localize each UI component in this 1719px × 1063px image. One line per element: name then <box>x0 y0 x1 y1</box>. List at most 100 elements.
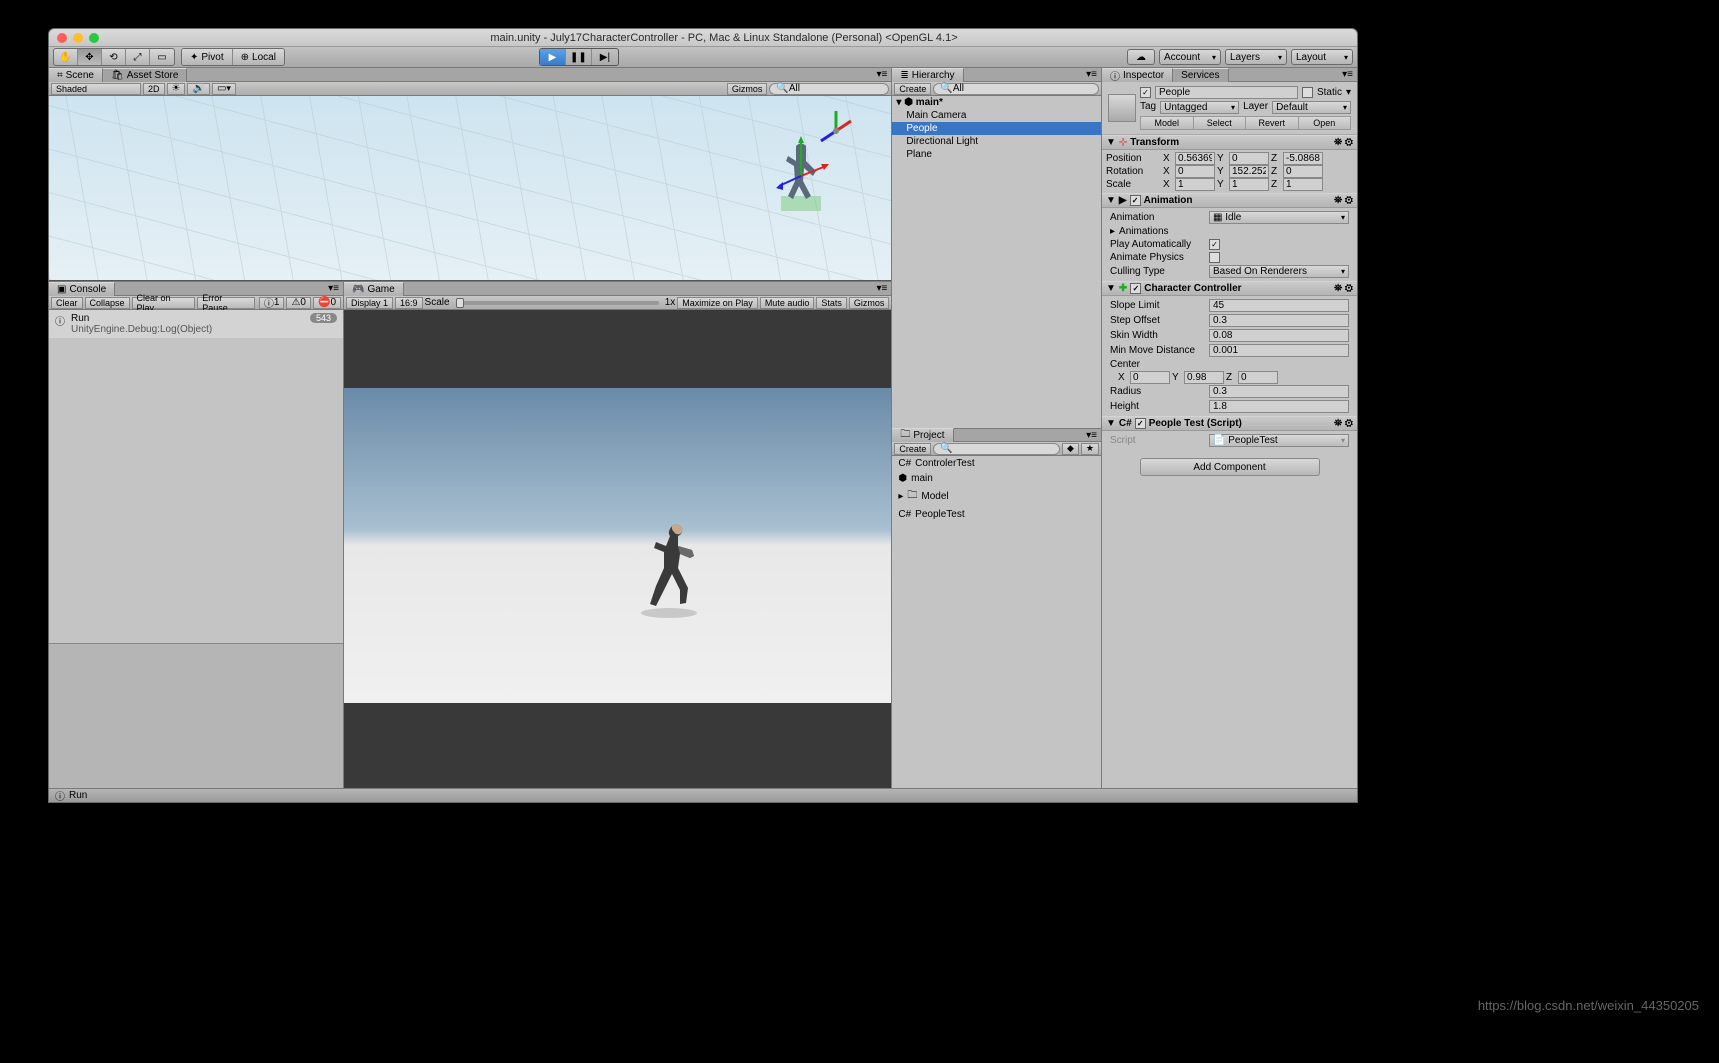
tab-services[interactable]: Services <box>1173 68 1228 82</box>
step-offset[interactable] <box>1209 314 1349 327</box>
culling-type[interactable]: Based On Renderers <box>1209 265 1349 278</box>
pos-y[interactable] <box>1229 152 1269 165</box>
tab-scene[interactable]: ⌗Scene <box>49 68 103 82</box>
tab-hierarchy[interactable]: ≣Hierarchy <box>892 68 963 82</box>
select-button[interactable]: Select <box>1194 117 1247 129</box>
project-item[interactable]: C#ControlerTest <box>892 456 1101 471</box>
mute-toggle[interactable]: Mute audio <box>760 297 815 309</box>
static-dropdown-icon[interactable]: ▾ <box>1346 87 1351 98</box>
cloud-button[interactable]: ☁ <box>1127 49 1155 65</box>
audio-toggle[interactable]: 🔊 <box>187 83 209 95</box>
rect-tool[interactable]: ▭ <box>150 49 174 65</box>
tab-menu-icon[interactable]: ▾≡ <box>1082 430 1101 441</box>
tab-project[interactable]: 🗀Project <box>892 428 953 442</box>
hierarchy-item[interactable]: Main Camera <box>892 109 1101 122</box>
gear-icon[interactable]: ⛯ ⚙ <box>1334 137 1353 148</box>
expand-icon[interactable]: ▸ <box>1110 226 1115 237</box>
scene-search[interactable]: 🔍All <box>769 83 889 95</box>
tab-assetstore[interactable]: 🛍Asset Store <box>103 68 187 82</box>
rotate-tool[interactable]: ⟲ <box>102 49 126 65</box>
center-y[interactable] <box>1184 371 1224 384</box>
scl-y[interactable] <box>1229 178 1269 191</box>
hierarchy-search[interactable]: 🔍All <box>933 83 1099 95</box>
active-checkbox[interactable] <box>1140 87 1151 98</box>
clear-button[interactable]: Clear <box>51 297 83 309</box>
script-field[interactable]: 📄 PeopleTest <box>1209 434 1349 447</box>
game-gizmos-dropdown[interactable]: Gizmos <box>849 297 890 309</box>
log-entry[interactable]: ⓘ Run UnityEngine.Debug:Log(Object) 543 <box>49 310 343 338</box>
project-favorite-icon[interactable]: ★ <box>1081 443 1099 455</box>
account-dropdown[interactable]: Account <box>1159 49 1221 65</box>
hierarchy-item-selected[interactable]: People <box>892 122 1101 135</box>
hierarchy-root[interactable]: ▾ ⬢ main* <box>892 96 1101 109</box>
hierarchy-item[interactable]: Directional Light <box>892 135 1101 148</box>
scene-view[interactable] <box>49 96 891 281</box>
project-search[interactable]: 🔍 <box>933 443 1060 455</box>
clear-on-play-button[interactable]: Clear on Play <box>132 297 196 309</box>
pause-button[interactable]: ❚❚ <box>566 49 592 65</box>
radius[interactable] <box>1209 385 1349 398</box>
gizmos-dropdown[interactable]: Gizmos <box>727 83 768 95</box>
display-dropdown[interactable]: Display 1 <box>346 297 393 309</box>
rot-x[interactable] <box>1175 165 1215 178</box>
center-z[interactable] <box>1238 371 1278 384</box>
tab-inspector[interactable]: ⓘInspector <box>1102 68 1173 82</box>
add-component-button[interactable]: Add Component <box>1140 458 1320 476</box>
error-pause-button[interactable]: Error Pause <box>197 297 255 309</box>
tab-menu-icon[interactable]: ▾≡ <box>873 69 892 80</box>
project-item[interactable]: ▸🗀Model <box>892 486 1101 507</box>
revert-button[interactable]: Revert <box>1246 117 1299 129</box>
pos-z[interactable] <box>1283 152 1323 165</box>
hierarchy-create[interactable]: Create <box>894 83 931 95</box>
lighting-toggle[interactable]: ☀ <box>167 83 186 95</box>
static-checkbox[interactable] <box>1302 87 1313 98</box>
rot-z[interactable] <box>1283 165 1323 178</box>
skin-width[interactable] <box>1209 329 1349 342</box>
slider-thumb[interactable] <box>456 298 464 308</box>
script-enabled[interactable] <box>1135 418 1146 429</box>
project-item[interactable]: ⬢main <box>892 471 1101 486</box>
animation-enabled[interactable] <box>1130 195 1141 206</box>
gear-icon[interactable]: ⛯ ⚙ <box>1334 195 1353 206</box>
pivot-button[interactable]: ✦Pivot <box>182 49 233 65</box>
pos-x[interactable] <box>1175 152 1215 165</box>
project-filter-icon[interactable]: ◆ <box>1062 443 1079 455</box>
step-button[interactable]: ▶| <box>592 49 618 65</box>
min-move-distance[interactable] <box>1209 344 1349 357</box>
center-x[interactable] <box>1130 371 1170 384</box>
project-item[interactable]: C#PeopleTest <box>892 507 1101 522</box>
height[interactable] <box>1209 400 1349 413</box>
scale-tool[interactable]: ⤢ <box>126 49 150 65</box>
zoom-icon[interactable] <box>89 33 99 43</box>
tab-menu-icon[interactable]: ▾≡ <box>873 283 892 294</box>
aspect-dropdown[interactable]: 16:9 <box>395 297 423 309</box>
scene-character[interactable] <box>771 136 831 216</box>
game-view[interactable] <box>344 310 891 788</box>
animate-physics-checkbox[interactable] <box>1209 252 1220 263</box>
move-tool[interactable]: ✥ <box>78 49 102 65</box>
maximize-toggle[interactable]: Maximize on Play <box>677 297 758 309</box>
transform-header[interactable]: ▼ ⊹Transform⛯ ⚙ <box>1102 135 1357 150</box>
minimize-icon[interactable] <box>73 33 83 43</box>
hand-tool[interactable]: ✋ <box>54 49 78 65</box>
model-button[interactable]: Model <box>1141 117 1194 129</box>
layout-dropdown[interactable]: Layout <box>1291 49 1353 65</box>
animation-clip[interactable]: ▦ Idle <box>1209 211 1349 224</box>
local-button[interactable]: ⊕Local <box>233 49 284 65</box>
close-icon[interactable] <box>57 33 67 43</box>
error-count[interactable]: ⛔0 <box>313 297 341 309</box>
tab-menu-icon[interactable]: ▾≡ <box>324 283 343 294</box>
rot-y[interactable] <box>1229 165 1269 178</box>
open-button[interactable]: Open <box>1299 117 1351 129</box>
tab-console[interactable]: ▣Console <box>49 282 115 296</box>
tab-menu-icon[interactable]: ▾≡ <box>1082 69 1101 80</box>
gear-icon[interactable]: ⛯ ⚙ <box>1334 283 1353 294</box>
scl-z[interactable] <box>1283 178 1323 191</box>
warn-count[interactable]: ⚠0 <box>286 297 311 309</box>
tag-dropdown[interactable]: Untagged <box>1160 101 1239 114</box>
scl-x[interactable] <box>1175 178 1215 191</box>
tab-game[interactable]: 🎮Game <box>344 282 404 296</box>
layer-dropdown[interactable]: Default <box>1272 101 1351 114</box>
cc-enabled[interactable] <box>1130 283 1141 294</box>
shading-mode[interactable]: Shaded <box>51 83 141 95</box>
